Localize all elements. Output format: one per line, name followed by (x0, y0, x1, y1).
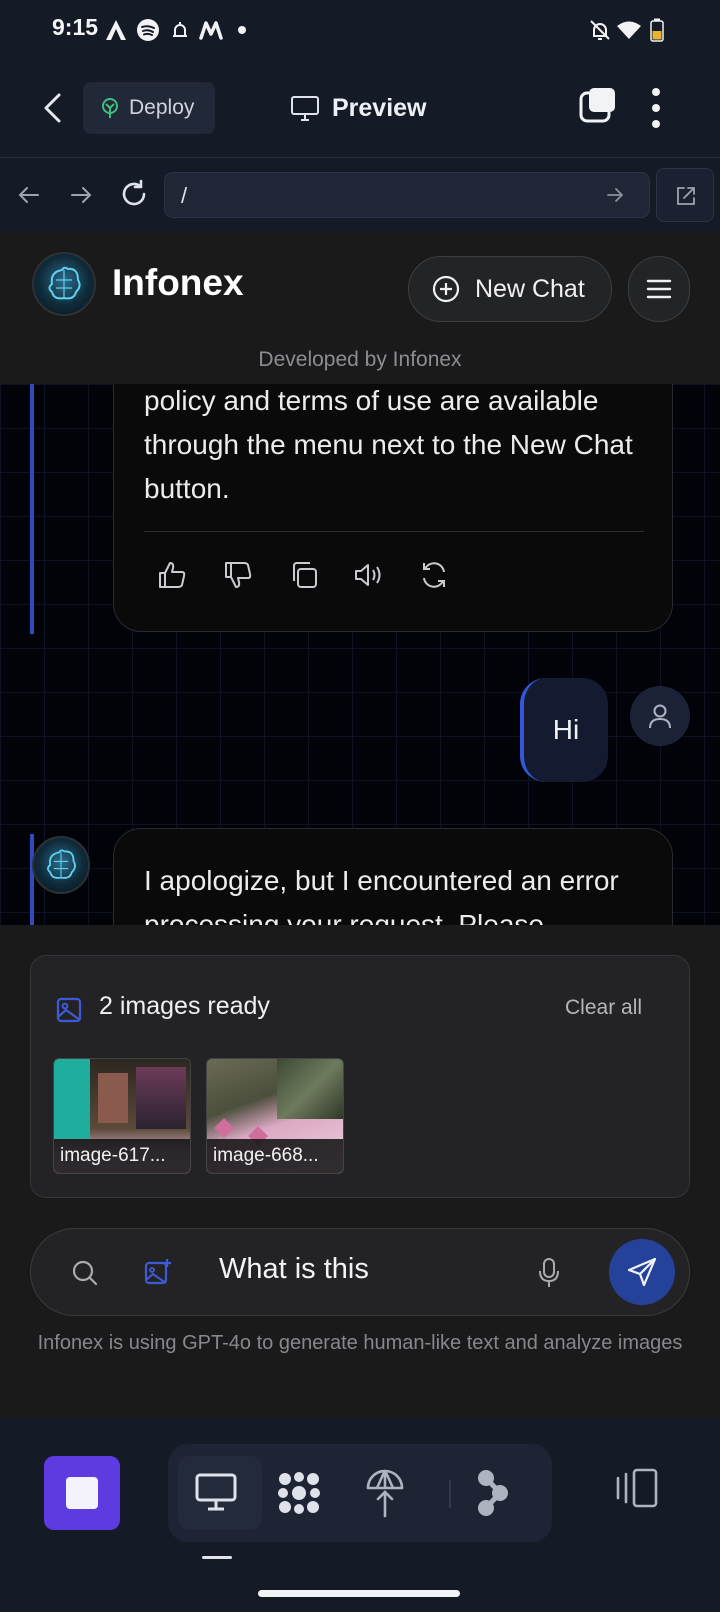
regenerate-icon[interactable] (418, 559, 450, 591)
status-bar: 9:15 (0, 0, 720, 62)
tabs-icon[interactable] (578, 86, 618, 126)
copy-icon[interactable] (288, 559, 320, 591)
deploy-tab-icon[interactable] (364, 1468, 406, 1518)
bell-icon (173, 22, 187, 37)
go-arrow-icon[interactable] (605, 185, 625, 205)
dot-icon (238, 26, 246, 34)
search-icon[interactable] (71, 1259, 99, 1287)
thumbnail-label: image-668... (207, 1139, 343, 1173)
apps-grid-icon[interactable] (276, 1470, 322, 1516)
hamburger-icon (646, 279, 672, 299)
reload-icon[interactable] (118, 178, 150, 210)
open-external-button[interactable] (656, 168, 714, 222)
brain-logo-icon (32, 252, 96, 316)
stop-button[interactable] (44, 1456, 120, 1530)
site-header: Infonex New Chat Developed by Infonex (0, 232, 720, 384)
notifications-off-icon (590, 20, 610, 40)
assistant-message-text: I apologize, but I encountered an error … (144, 865, 619, 925)
message-accent-bar (30, 384, 34, 634)
thumbs-down-icon[interactable] (222, 559, 254, 591)
chat-messages[interactable]: policy and terms of use are available th… (0, 384, 720, 925)
assistant-message: policy and terms of use are available th… (113, 384, 673, 632)
input-area: 2 images ready Clear all image-617... im… (0, 925, 720, 1418)
dock-tabs (168, 1444, 552, 1542)
more-vert-icon[interactable] (650, 86, 662, 130)
url-text: / (181, 183, 188, 208)
home-indicator[interactable] (258, 1590, 460, 1597)
preview-title: Preview (290, 84, 427, 132)
m-app-icon (199, 21, 223, 40)
developed-by-text: Developed by Infonex (258, 348, 462, 371)
back-arrow-icon[interactable] (38, 90, 68, 126)
brain-logo-icon (47, 849, 76, 879)
nav-back-icon[interactable] (16, 182, 42, 208)
image-thumbnail[interactable]: image-668... (206, 1058, 344, 1174)
active-tab-indicator (202, 1556, 232, 1559)
assistant-avatar (32, 836, 90, 894)
thumbs-up-icon[interactable] (156, 559, 188, 591)
a-app-icon (106, 20, 126, 40)
deploy-icon (102, 98, 118, 118)
images-ready-label: 2 images ready (99, 992, 270, 1020)
message-divider (144, 531, 644, 532)
spotify-icon (137, 19, 159, 41)
speaker-icon[interactable] (352, 559, 384, 591)
message-composer: What is this (30, 1228, 690, 1316)
assistant-message-text: policy and terms of use are available th… (144, 385, 633, 504)
status-time: 9:15 (52, 14, 99, 40)
image-icon (56, 997, 82, 1023)
assistant-message: I apologize, but I encountered an error … (113, 828, 673, 925)
send-icon (627, 1257, 657, 1287)
menu-button[interactable] (628, 256, 690, 322)
user-avatar (630, 686, 690, 746)
image-thumbnail[interactable]: image-617... (53, 1058, 191, 1174)
stop-icon (66, 1477, 98, 1509)
url-input[interactable]: / (164, 172, 650, 218)
disclaimer-text: Infonex is using GPT-4o to generate huma… (37, 1332, 683, 1354)
deploy-label: Deploy (129, 96, 195, 119)
thumbnail-label: image-617... (54, 1139, 190, 1173)
user-message: Hi (520, 678, 608, 782)
plus-circle-icon (432, 275, 460, 303)
app-bar: Deploy Preview (0, 62, 720, 158)
external-link-icon (677, 187, 695, 205)
preview-monitor-icon[interactable] (194, 1472, 238, 1512)
preview-label: Preview (332, 93, 427, 122)
browser-nav-bar: / (0, 158, 720, 232)
send-button[interactable] (609, 1239, 675, 1305)
nav-forward-icon[interactable] (68, 182, 94, 208)
bottom-dock (0, 1418, 720, 1612)
dock-divider (449, 1480, 451, 1508)
message-input[interactable]: What is this (219, 1253, 369, 1286)
new-chat-button[interactable]: New Chat (408, 256, 612, 322)
clear-all-button[interactable]: Clear all (565, 996, 642, 1020)
user-message-text: Hi (552, 714, 580, 745)
add-image-icon[interactable] (143, 1257, 173, 1287)
battery-icon (650, 18, 664, 42)
brand-name: Infonex (112, 262, 244, 303)
microphone-icon[interactable] (537, 1257, 561, 1289)
git-branch-icon[interactable] (474, 1468, 510, 1518)
deploy-button[interactable]: Deploy (83, 82, 215, 134)
attachments-panel: 2 images ready Clear all image-617... im… (30, 955, 690, 1198)
device-rotate-icon[interactable] (614, 1468, 660, 1508)
new-chat-label: New Chat (475, 274, 585, 303)
monitor-icon (291, 96, 319, 121)
wifi-icon (617, 21, 641, 39)
user-icon (649, 704, 671, 729)
